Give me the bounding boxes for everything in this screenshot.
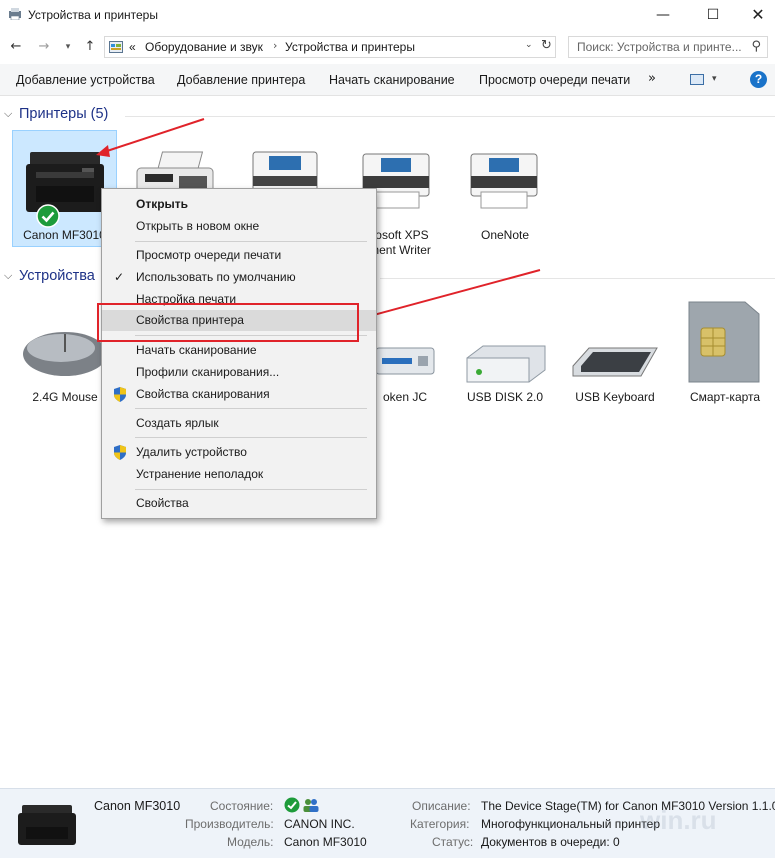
menu-item-scan-profiles[interactable]: Профили сканирования...: [102, 362, 376, 383]
menu-separator: [135, 241, 367, 242]
menu-item-label: Использовать по умолчанию: [136, 270, 296, 284]
menu-item-properties[interactable]: Свойства: [102, 493, 376, 514]
mfp-printer-icon: [18, 805, 76, 845]
details-pane: Canon MF3010 Состояние: Производитель: C…: [0, 788, 775, 858]
checkmark-icon: ✓: [114, 270, 125, 284]
menu-item-view-print-queue[interactable]: Просмотр очереди печати: [102, 245, 376, 266]
watermark: win.ru: [640, 805, 717, 835]
menu-item-label: Устранение неполадок: [136, 467, 264, 481]
annotation-highlight-box: [97, 303, 359, 342]
menu-item-label: Свойства сканирования: [136, 387, 270, 401]
details-device-name: Canon MF3010: [94, 799, 181, 813]
annotation-arrow-2: [369, 269, 541, 317]
details-status-value: Документов в очереди: 0: [481, 835, 620, 849]
details-model-label: Модель:: [227, 835, 274, 849]
details-model-value: Canon MF3010: [284, 835, 367, 849]
details-description-value: The Device Stage(TM) for Canon MF3010 Ve…: [481, 799, 775, 813]
menu-separator: [135, 408, 367, 409]
shared-users-icon: [303, 799, 319, 812]
menu-separator: [135, 437, 367, 438]
menu-item-label: Удалить устройство: [136, 445, 247, 459]
context-menu: Открыть Открыть в новом окне Просмотр оч…: [101, 188, 377, 519]
menu-separator: [135, 489, 367, 490]
menu-item-open[interactable]: Открыть: [102, 194, 376, 215]
details-description-label: Описание:: [412, 799, 471, 813]
menu-item-remove-device[interactable]: Удалить устройство: [102, 442, 376, 463]
details-manufacturer-value: CANON INC.: [284, 817, 355, 831]
menu-item-label: Открыть: [136, 197, 189, 211]
menu-item-create-shortcut[interactable]: Создать ярлык: [102, 413, 376, 434]
details-category-value: Многофункциональный принтер: [481, 817, 661, 831]
menu-item-scan-properties[interactable]: Свойства сканирования: [102, 384, 376, 405]
details-category-label: Категория:: [410, 817, 470, 831]
annotation-arrow-1: [103, 118, 205, 153]
menu-item-troubleshoot[interactable]: Устранение неполадок: [102, 464, 376, 485]
menu-item-label: Свойства: [136, 496, 189, 510]
status-ok-icon: [284, 797, 300, 813]
menu-item-start-scan[interactable]: Начать сканирование: [102, 340, 376, 361]
uac-shield-icon: [114, 387, 126, 402]
menu-item-label: Открыть в новом окне: [136, 219, 260, 233]
menu-item-open-new-window[interactable]: Открыть в новом окне: [102, 216, 376, 237]
menu-item-label: Начать сканирование: [136, 343, 257, 357]
menu-item-label: Профили сканирования...: [136, 365, 280, 379]
details-status-label: Статус:: [432, 835, 474, 849]
details-state-label: Состояние:: [210, 799, 274, 813]
menu-item-label: Создать ярлык: [136, 416, 219, 430]
uac-shield-icon: [114, 445, 126, 460]
menu-item-set-default[interactable]: ✓ Использовать по умолчанию: [102, 267, 376, 288]
details-manufacturer-label: Производитель:: [185, 817, 274, 831]
menu-item-label: Просмотр очереди печати: [136, 248, 282, 262]
annotation-arrowhead-1: [96, 145, 110, 157]
